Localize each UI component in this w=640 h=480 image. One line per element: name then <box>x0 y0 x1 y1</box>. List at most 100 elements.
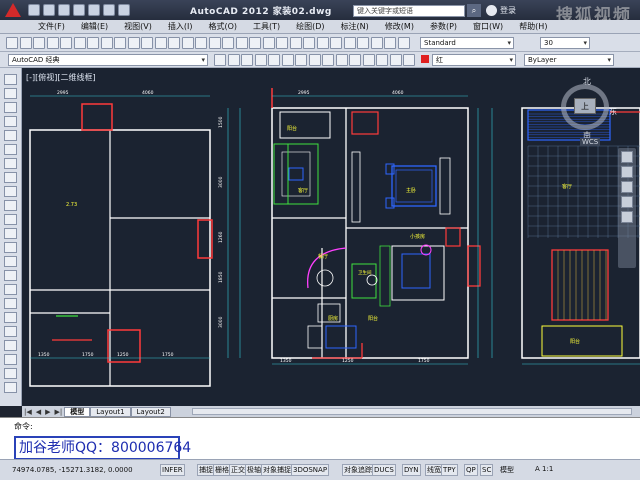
viewcube-north[interactable]: 北 <box>583 76 591 87</box>
layer-tool-icon[interactable] <box>295 54 307 66</box>
layer-tool-icon[interactable] <box>322 54 334 66</box>
annotation-scale[interactable]: A 1:1 <box>535 465 553 473</box>
viewport-controls-label[interactable]: [-][俯视][二维线框] <box>26 72 96 83</box>
standard-tool-icon[interactable] <box>114 37 126 49</box>
tab-next-icon[interactable]: ▶ <box>43 408 52 416</box>
pan-icon[interactable] <box>621 166 633 178</box>
menu-item-11[interactable]: 帮助(H) <box>511 21 555 32</box>
search-input[interactable]: 键入关键字或短语 <box>353 5 465 17</box>
status-toggle-6[interactable]: 3DOSNAP <box>291 464 330 476</box>
standard-tool-icon[interactable] <box>343 37 356 49</box>
draw-tool-icon[interactable] <box>4 130 17 141</box>
color-dropdown[interactable]: 红 <box>432 54 516 66</box>
status-toggle-7[interactable]: 对象追踪 <box>342 464 374 476</box>
redo-icon[interactable] <box>118 4 130 16</box>
wcs-menu[interactable]: WCS <box>580 138 601 146</box>
layer-tool-icon[interactable] <box>227 54 240 66</box>
standard-tool-icon[interactable] <box>141 37 153 49</box>
horizontal-scrollbar[interactable] <box>192 408 632 415</box>
draw-tool-icon[interactable] <box>4 312 17 323</box>
standard-tool-icon[interactable] <box>33 37 45 49</box>
layer-tool-icon[interactable] <box>403 54 415 66</box>
draw-tool-icon[interactable] <box>4 382 17 393</box>
standard-tool-icon[interactable] <box>208 37 221 49</box>
command-line[interactable]: 命令: 加谷老师QQ：800006764 <box>0 417 640 460</box>
new-icon[interactable] <box>28 4 40 16</box>
standard-tool-icon[interactable] <box>276 37 288 49</box>
draw-tool-icon[interactable] <box>4 172 17 183</box>
tab-prev-icon[interactable]: ◀ <box>34 408 43 416</box>
draw-tool-icon[interactable] <box>4 74 17 85</box>
draw-tool-icon[interactable] <box>4 200 17 211</box>
standard-tool-icon[interactable] <box>60 37 72 49</box>
viewcube-top-face[interactable]: 上 <box>574 98 596 114</box>
tab-0[interactable]: 模型 <box>64 406 91 417</box>
menu-item-4[interactable]: 格式(O) <box>200 21 245 32</box>
status-toggle-8[interactable]: DUCS <box>372 464 396 476</box>
orbit-icon[interactable] <box>621 196 633 208</box>
viewcube-east[interactable]: 东 <box>609 106 617 117</box>
undo-icon[interactable] <box>103 4 115 16</box>
menu-item-9[interactable]: 参数(P) <box>422 21 465 32</box>
status-toggle-13[interactable]: SC <box>480 464 494 476</box>
layer-tool-icon[interactable] <box>241 54 253 66</box>
draw-tool-icon[interactable] <box>4 256 17 267</box>
status-toggle-5[interactable]: 对象捕捉 <box>261 464 293 476</box>
menu-item-6[interactable]: 绘图(D) <box>288 21 332 32</box>
standard-tool-icon[interactable] <box>370 37 383 49</box>
workspace-dropdown[interactable]: AutoCAD 经典 <box>8 54 208 66</box>
standard-tool-icon[interactable] <box>127 37 140 49</box>
draw-tool-icon[interactable] <box>4 270 17 281</box>
draw-tool-icon[interactable] <box>4 88 17 99</box>
draw-tool-icon[interactable] <box>4 354 17 365</box>
steering-wheel-icon[interactable] <box>621 151 633 163</box>
standard-tool-icon[interactable] <box>154 37 167 49</box>
user-icon[interactable] <box>486 5 497 16</box>
standard-tool-icon[interactable] <box>46 37 59 49</box>
model-space-button[interactable]: 模型 <box>500 465 514 475</box>
standard-tool-icon[interactable] <box>249 37 261 49</box>
layer-tool-icon[interactable] <box>362 54 375 66</box>
layer-tool-icon[interactable] <box>389 54 402 66</box>
menu-item-0[interactable]: 文件(F) <box>30 21 73 32</box>
standard-tool-icon[interactable] <box>316 37 329 49</box>
standard-tool-icon[interactable] <box>330 37 342 49</box>
status-toggle-12[interactable]: QP <box>464 464 478 476</box>
tab-last-icon[interactable]: ▶| <box>53 408 65 416</box>
linetype-dropdown[interactable]: ByLayer <box>524 54 614 66</box>
layer-tool-icon[interactable] <box>349 54 361 66</box>
open-icon[interactable] <box>43 4 55 16</box>
status-toggle-0[interactable]: INFER <box>160 464 185 476</box>
standard-tool-icon[interactable] <box>289 37 302 49</box>
standard-tool-icon[interactable] <box>100 37 113 49</box>
draw-tool-icon[interactable] <box>4 298 17 309</box>
draw-tool-icon[interactable] <box>4 284 17 295</box>
standard-tool-icon[interactable] <box>195 37 207 49</box>
zoom-icon[interactable] <box>621 181 633 193</box>
draw-tool-icon[interactable] <box>4 228 17 239</box>
draw-tool-icon[interactable] <box>4 214 17 225</box>
draw-tool-icon[interactable] <box>4 368 17 379</box>
layer-tool-icon[interactable] <box>268 54 280 66</box>
layer-tool-icon[interactable] <box>308 54 321 66</box>
layer-tool-icon[interactable] <box>335 54 348 66</box>
status-toggle-9[interactable]: DYN <box>402 464 421 476</box>
saveas-icon[interactable] <box>73 4 85 16</box>
menu-item-1[interactable]: 编辑(E) <box>73 21 116 32</box>
layer-tool-icon[interactable] <box>214 54 226 66</box>
draw-tool-icon[interactable] <box>4 144 17 155</box>
save-icon[interactable] <box>58 4 70 16</box>
viewcube[interactable]: 北 上 东 南 WCS <box>559 76 619 146</box>
standard-tool-icon[interactable] <box>235 37 248 49</box>
standard-tool-icon[interactable] <box>6 37 18 49</box>
draw-tool-icon[interactable] <box>4 158 17 169</box>
layer-tool-icon[interactable] <box>254 54 267 66</box>
standard-tool-icon[interactable] <box>19 37 32 49</box>
draw-tool-icon[interactable] <box>4 242 17 253</box>
standard-tool-icon[interactable] <box>262 37 275 49</box>
menu-item-5[interactable]: 工具(T) <box>245 21 288 32</box>
login-link[interactable]: 登录 <box>500 5 516 16</box>
standard-tool-icon[interactable] <box>384 37 396 49</box>
menu-item-8[interactable]: 修改(M) <box>377 21 422 32</box>
tab-1[interactable]: Layout1 <box>90 406 131 417</box>
